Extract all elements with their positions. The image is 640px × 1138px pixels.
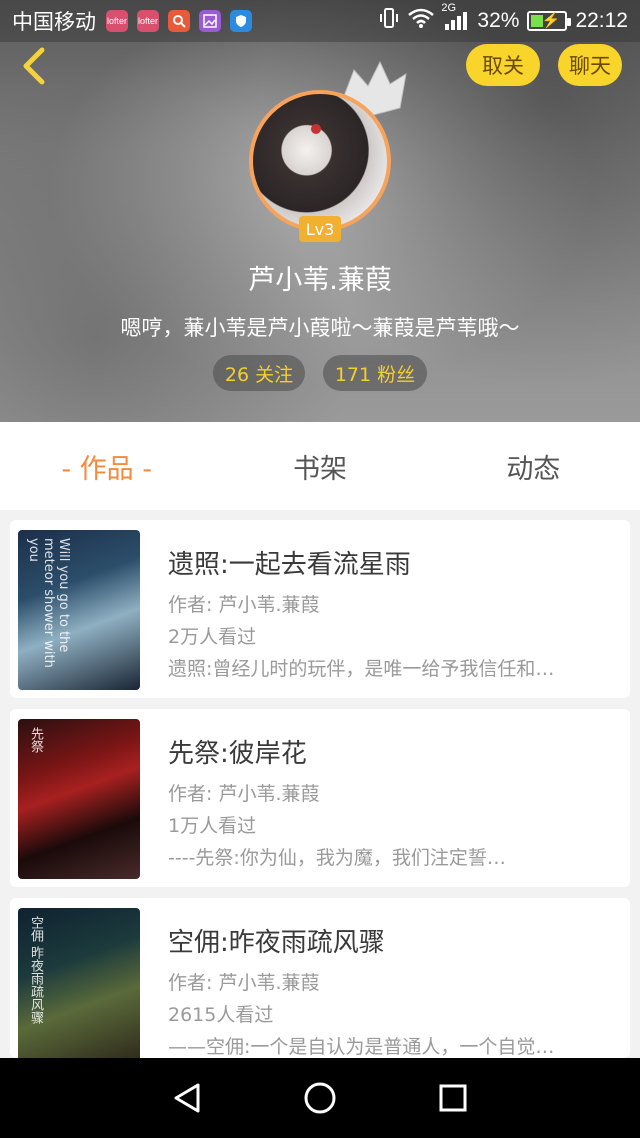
battery-percent: 32% [477,9,520,32]
work-card[interactable]: 先祭 先祭:彼岸花 作者: 芦小苇.蒹葭 1万人看过 ----先祭:你为仙，我为… [10,709,630,887]
cover-text: 先祭 [28,727,43,753]
circle-home-icon [304,1082,336,1114]
work-cover: Will you go to the meteor shower with yo… [18,530,140,690]
bio: 嗯哼，蒹小苇是芦小葭啦～蒹葭是芦苇哦～ [120,316,520,340]
cover-text: Will you go to the meteor shower with yo… [26,538,71,668]
unfollow-button[interactable]: 取关 [466,44,540,86]
work-cover: 空佣 昨夜雨疏风骤 [18,908,140,1068]
gallery-icon [199,10,221,32]
battery-icon: ⚡ [527,11,572,31]
network-type: 2G [441,2,457,14]
work-title: 先祭:彼岸花 [168,739,307,769]
chevron-left-icon [23,47,45,85]
avatar-image [249,90,391,232]
nav-home-button[interactable] [295,1073,345,1123]
nav-back-button[interactable] [162,1073,212,1123]
nickname: 芦小苇.蒹葭 [248,265,392,296]
work-author: 作者: 芦小苇.蒹葭 [168,972,320,994]
work-cover: 先祭 [18,719,140,879]
shield-icon [230,10,252,32]
work-card[interactable]: Will you go to the meteor shower with yo… [10,520,630,698]
carrier-name: 中国移动 [12,11,96,34]
work-summary: 遗照:曾经儿时的玩伴，是唯一给予我信任和… [168,658,555,680]
avatar[interactable] [249,90,391,232]
work-summary: ——空佣:一个是自认为是普通人，一个自觉… [168,1036,555,1058]
vibrate-icon [379,7,399,35]
wifi-icon [407,7,435,35]
nav-recents-button[interactable] [428,1073,478,1123]
search-app-icon [168,10,190,32]
fans-count-button[interactable]: 171 粉丝 [323,355,427,391]
cover-text: 空佣 昨夜雨疏风骤 [28,916,43,1025]
chat-button[interactable]: 聊天 [558,44,622,86]
work-title: 空佣:昨夜雨疏风骤 [168,928,385,958]
app-icon: lofter [106,10,128,32]
follow-count-button[interactable]: 26 关注 [213,355,305,391]
clock: 22:12 [575,9,628,32]
status-bar: 中国移动 lofter lofter 2G 32% ⚡ 22:12 [0,0,640,42]
work-title: 遗照:一起去看流星雨 [168,550,411,580]
tab-bar: - 作品 - 书架 动态 [0,422,640,510]
tab-works[interactable]: - 作品 - [0,447,213,486]
tab-activity[interactable]: 动态 [427,447,640,486]
system-nav-bar [0,1058,640,1138]
work-card[interactable]: 空佣 昨夜雨疏风骤 空佣:昨夜雨疏风骤 作者: 芦小苇.蒹葭 2615人看过 —… [10,898,630,1068]
work-views: 2万人看过 [168,626,257,648]
work-author: 作者: 芦小苇.蒹葭 [168,783,320,805]
triangle-back-icon [174,1083,200,1113]
back-button[interactable] [14,44,54,88]
work-summary: ----先祭:你为仙，我为魔，我们注定誓… [168,847,506,869]
work-author: 作者: 芦小苇.蒹葭 [168,594,320,616]
work-views: 2615人看过 [168,1004,274,1026]
square-recents-icon [439,1084,467,1112]
tab-bookshelf[interactable]: 书架 [213,447,426,486]
level-badge: Lv3 [299,216,341,242]
work-views: 1万人看过 [168,815,257,837]
signal-icon: 2G [441,2,469,32]
app-icon: lofter [137,10,159,32]
